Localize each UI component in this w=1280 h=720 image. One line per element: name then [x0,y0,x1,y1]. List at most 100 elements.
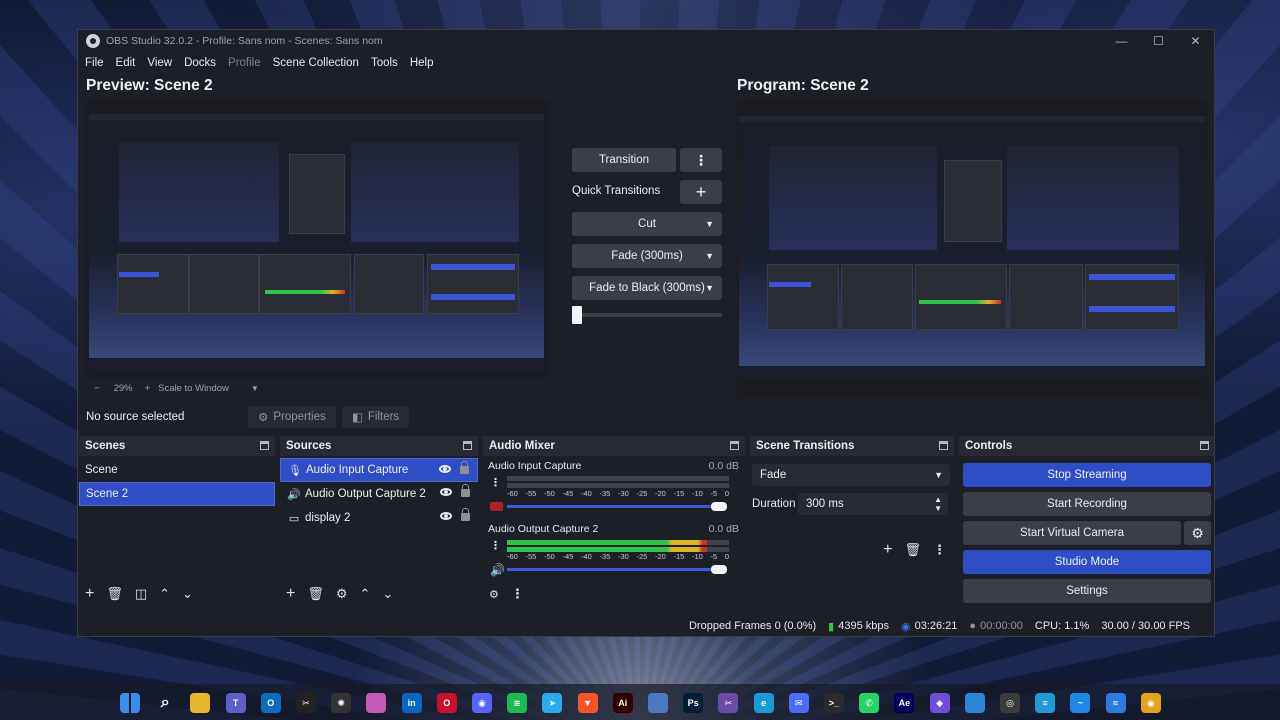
copilot-icon[interactable] [366,693,387,713]
app-icon[interactable]: ≈ [1105,693,1126,713]
menu-help[interactable]: Help [410,57,434,69]
muted-speaker-icon[interactable] [490,502,503,511]
lock-icon[interactable] [460,461,469,474]
close-button[interactable]: ✕ [1177,30,1214,52]
t-bar-track[interactable] [576,313,722,317]
eye-icon[interactable] [440,488,452,496]
obs-icon[interactable]: ◎ [1000,693,1020,713]
after-effects-icon[interactable]: Ae [894,693,915,713]
opera-icon[interactable]: O [436,693,457,713]
zoom-in-button[interactable]: + [145,383,151,394]
volume-slider[interactable] [507,568,727,571]
menu-file[interactable]: File [85,57,104,69]
add-source-icon[interactable]: + [286,585,295,603]
preview-canvas[interactable] [86,100,550,378]
linkedin-icon[interactable]: in [401,693,422,713]
stop-streaming-button[interactable]: Stop Streaming [963,463,1211,487]
source-properties-icon[interactable]: ⚙ [336,586,348,602]
app-icon[interactable] [648,693,668,713]
volume-slider-knob[interactable] [711,565,727,574]
notes-icon[interactable]: ≡ [1035,693,1056,713]
spin-arrows-icon[interactable]: ▲ ▼ [934,495,942,513]
app-icon[interactable] [964,693,985,713]
source-item[interactable]: 🔊 Audio Output Capture 2 [280,482,478,506]
move-up-icon[interactable]: ⌃ [360,586,371,602]
scene-filters-icon[interactable]: ◫ [135,586,147,602]
filters-button[interactable]: ◧ Filters [342,406,410,428]
gear-icon[interactable]: ⚙ [1184,521,1211,545]
add-scene-icon[interactable]: + [85,585,94,603]
undock-icon[interactable] [939,441,948,450]
photoshop-icon[interactable]: Ps [683,693,704,713]
undock-icon[interactable] [463,441,472,450]
scene-item-selected[interactable]: Scene 2 [79,482,275,506]
studio-mode-button[interactable]: Studio Mode [963,550,1211,574]
advanced-audio-icon[interactable]: ⚙ [489,588,499,601]
file-explorer-icon[interactable] [190,693,211,713]
lock-icon[interactable] [461,508,470,521]
terminal-icon[interactable]: >_ [824,693,844,713]
menu-view[interactable]: View [147,57,172,69]
maximize-button[interactable]: ☐ [1140,30,1177,52]
teams-icon[interactable]: T [225,693,246,713]
menu-docks[interactable]: Docks [184,57,216,69]
windows-start-icon[interactable] [120,693,140,713]
transition-select[interactable]: Fade ▼ [752,464,950,486]
move-up-icon[interactable]: ⌃ [159,586,170,602]
eye-icon[interactable] [440,512,452,520]
menu-tools[interactable]: Tools [371,57,398,69]
spotify-icon[interactable]: ≋ [507,693,528,713]
start-virtual-camera-button[interactable]: Start Virtual Camera [963,521,1181,545]
move-down-icon[interactable]: ⌄ [182,586,193,602]
menu-scene-collection[interactable]: Scene Collection [273,57,359,69]
chevron-down-icon[interactable]: ▼ [251,384,259,393]
telegram-icon[interactable]: ➤ [542,693,563,713]
add-transition-icon[interactable]: + [883,541,892,559]
menu-profile[interactable]: Profile [228,57,261,69]
scene-item[interactable]: Scene [79,458,275,482]
settings-button[interactable]: Settings [963,579,1211,603]
scale-mode-select[interactable]: Scale to Window [158,383,229,394]
edge-icon[interactable]: e [753,693,774,713]
source-item-selected[interactable]: 🎙 Audio Input Capture [280,458,478,482]
remove-source-icon[interactable]: 🗑 [307,586,324,602]
duration-spinbox[interactable]: 300 ms ▲ ▼ [798,493,948,515]
search-icon[interactable]: ⌕ [155,693,175,713]
eye-icon[interactable] [439,465,451,473]
transition-button[interactable]: Transition [572,148,676,172]
undock-icon[interactable] [730,441,739,450]
minimize-button[interactable]: — [1103,30,1140,52]
chatgpt-icon[interactable]: ✺ [331,693,352,713]
lock-icon[interactable] [461,484,470,497]
capcut-icon[interactable]: ✂ [296,693,316,713]
quick-transition-cut[interactable]: Cut ▼ [572,212,722,236]
channel-menu-icon[interactable]: ⋮ [490,539,501,552]
properties-button[interactable]: ⚙ Properties [248,406,336,428]
messenger-icon[interactable]: ✉ [788,693,809,713]
discord-icon[interactable]: ◉ [472,693,492,713]
quick-transition-fade[interactable]: Fade (300ms) ▼ [572,244,722,268]
illustrator-icon[interactable]: Ai [612,693,633,713]
app-icon[interactable]: ◆ [929,693,950,713]
start-recording-button[interactable]: Start Recording [963,492,1211,516]
move-down-icon[interactable]: ⌄ [382,586,393,602]
brave-icon[interactable]: ▼ [577,693,598,713]
transition-menu-icon[interactable]: ⋮ [680,148,722,172]
remove-transition-icon[interactable]: 🗑 [904,542,921,558]
undock-icon[interactable] [260,441,269,450]
add-quick-transition-icon[interactable]: + [680,180,722,204]
app-icon[interactable]: ~ [1070,693,1091,713]
transition-properties-icon[interactable]: ⋮ [933,542,946,558]
remove-scene-icon[interactable]: 🗑 [106,586,123,602]
volume-slider[interactable] [507,505,727,508]
whatsapp-icon[interactable]: ✆ [859,693,880,713]
quick-transition-fade-black[interactable]: Fade to Black (300ms) ▼ [572,276,722,300]
t-bar-handle[interactable] [572,306,582,324]
mixer-menu-icon[interactable]: ⋮ [511,586,524,602]
channel-menu-icon[interactable]: ⋮ [490,476,501,489]
snipping-tool-icon[interactable]: ✂ [718,693,739,713]
source-item[interactable]: ▭ display 2 [280,506,478,530]
zoom-out-button[interactable]: − [94,383,100,394]
speaker-icon[interactable]: 🔊 [490,563,505,577]
undock-icon[interactable] [1200,441,1209,450]
